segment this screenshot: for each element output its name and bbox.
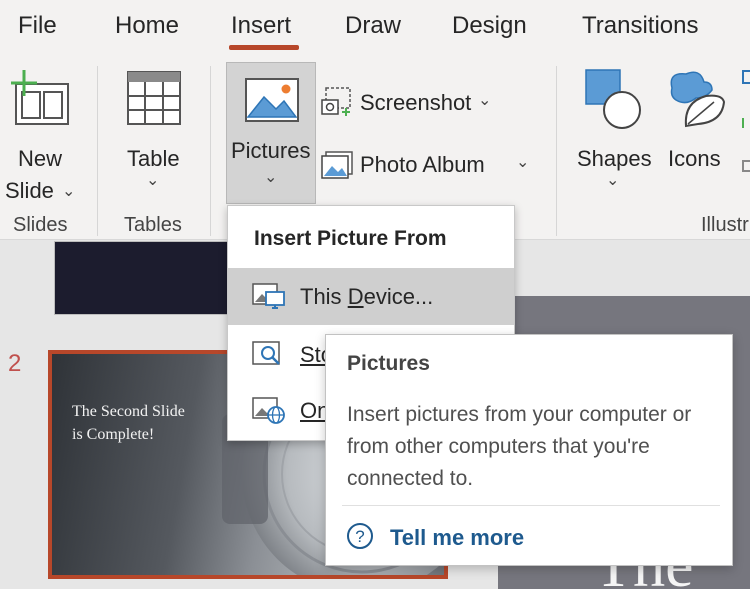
table-label: Table: [127, 146, 180, 171]
photo-album-label: Photo Album: [360, 152, 485, 177]
stock-images-icon: [252, 341, 280, 365]
pictures-label: Pictures: [231, 138, 311, 163]
screenshot-button[interactable]: Screenshot ⌄: [320, 84, 495, 122]
group-divider: [556, 66, 557, 236]
slide-number: 2: [8, 350, 22, 377]
3d-models-icon[interactable]: [740, 70, 750, 172]
menu-header: Insert Picture From: [254, 227, 447, 250]
device-picture-icon: [252, 283, 285, 309]
ribbon-tabs: File Home Insert Draw Design Transitions: [0, 0, 750, 56]
active-tab-indicator: [229, 45, 299, 50]
table-button[interactable]: Table ⌄: [110, 64, 198, 204]
photo-album-button[interactable]: Photo Album ⌄: [320, 146, 535, 184]
new-slide-label-2: Slide: [5, 178, 54, 203]
screenshot-icon: [321, 87, 351, 116]
chevron-down-icon: ⌄: [146, 172, 160, 189]
group-label-illustrations: Illustr: [701, 214, 749, 236]
tell-me-more-link[interactable]: Tell me more: [390, 525, 524, 551]
shapes-icon: [585, 69, 641, 129]
help-icon: ?: [347, 523, 373, 549]
group-divider: [97, 66, 98, 236]
menu-item-label: This Device...: [300, 284, 434, 309]
tab-home[interactable]: Home: [115, 12, 179, 40]
tab-file[interactable]: File: [18, 12, 57, 40]
tab-transitions[interactable]: Transitions: [582, 12, 698, 40]
tooltip-divider: [342, 505, 720, 506]
photo-album-icon: [321, 151, 353, 179]
icons-button[interactable]: Icons: [662, 64, 732, 204]
screenshot-label: Screenshot: [360, 90, 472, 115]
picture-icon: [245, 78, 299, 122]
tooltip-title: Pictures: [347, 352, 430, 375]
pictures-button[interactable]: Pictures ⌄: [226, 62, 316, 204]
slide-2-text: The Second Slide is Complete!: [72, 403, 185, 443]
group-label-tables: Tables: [124, 214, 182, 236]
tab-design[interactable]: Design: [452, 12, 527, 40]
tab-draw[interactable]: Draw: [345, 12, 401, 40]
svg-text:?: ?: [355, 527, 364, 546]
tooltip-description: Insert pictures from your computer or fr…: [347, 403, 692, 490]
tab-insert[interactable]: Insert: [231, 12, 291, 40]
shapes-label: Shapes: [577, 146, 652, 171]
new-slide-icon: [11, 70, 69, 125]
icons-label: Icons: [668, 146, 721, 171]
group-divider: [210, 66, 211, 236]
group-label-slides: Slides: [13, 214, 68, 236]
icons-icon: [670, 71, 726, 128]
chevron-down-icon: ⌄: [606, 172, 620, 189]
chevron-down-icon: ⌄: [478, 92, 492, 109]
pictures-tooltip: Pictures Insert pictures from your compu…: [325, 334, 733, 566]
table-icon: [127, 71, 181, 125]
menu-item-this-device[interactable]: This Device...: [228, 268, 514, 325]
new-slide-label-1: New: [18, 146, 63, 171]
new-slide-button[interactable]: New Slide ⌄: [2, 64, 84, 204]
chevron-down-icon: ⌄: [516, 154, 530, 171]
shapes-button[interactable]: Shapes ⌄: [572, 64, 656, 204]
chevron-down-icon: ⌄: [62, 183, 76, 200]
online-pictures-icon: [252, 397, 285, 424]
chevron-down-icon: ⌄: [264, 169, 278, 186]
